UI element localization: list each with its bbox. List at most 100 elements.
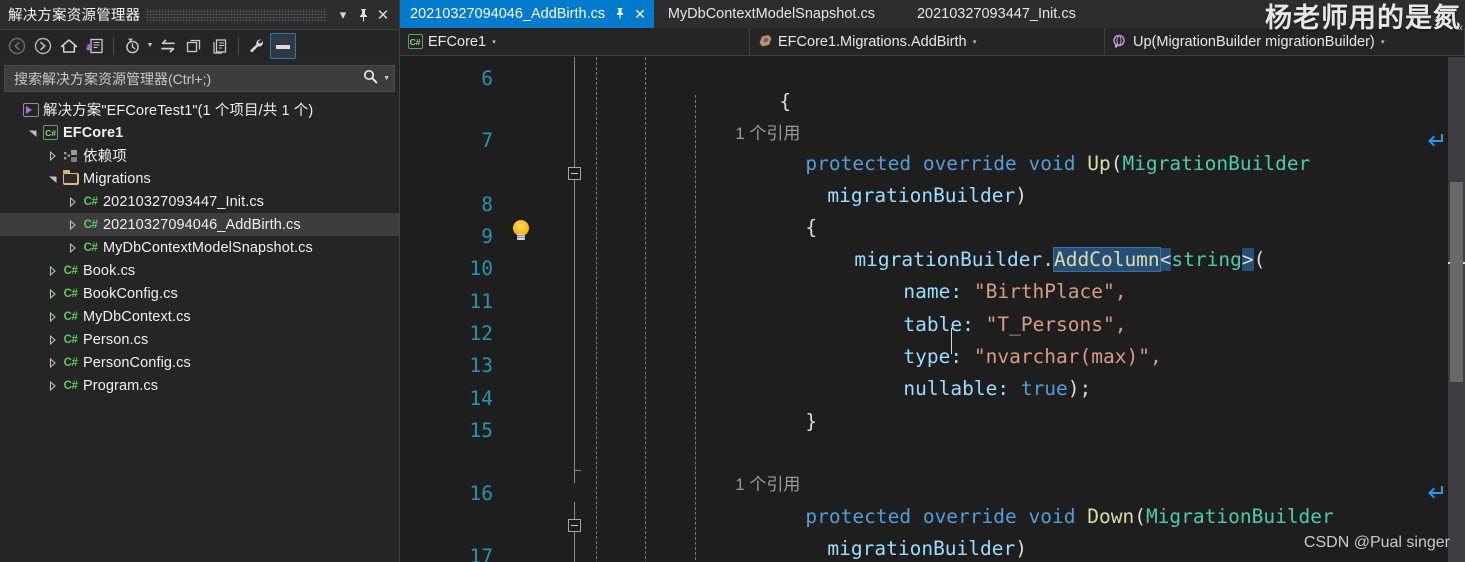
titlebar-drag-dots[interactable] — [146, 8, 327, 21]
expander-open-icon[interactable] — [46, 167, 60, 190]
navbar-project-dropdown[interactable]: C# EFCore1 ▾ — [400, 28, 750, 55]
expander-open-icon[interactable] — [26, 121, 40, 144]
bracket-match-close: > — [1241, 248, 1254, 271]
tab-label: MyDbContextModelSnapshot.cs — [667, 6, 875, 22]
expander-closed-icon[interactable] — [66, 236, 80, 259]
tree-item[interactable]: C# BookConfig.cs — [0, 282, 399, 305]
fold-margin-line — [574, 57, 575, 483]
csharp-file-icon: C# — [63, 379, 78, 392]
tab-close-icon[interactable]: ✕ — [634, 6, 646, 23]
fold-collapse-box-down[interactable] — [568, 519, 581, 532]
named-arg-nullable: nullable: — [903, 377, 1010, 400]
tree-item-label: BookConfig.cs — [83, 285, 178, 302]
tree-item[interactable]: Migrations — [0, 167, 399, 190]
expander-closed-icon[interactable] — [66, 213, 80, 236]
tree-item-label: Person.cs — [83, 331, 149, 348]
tree-item-label: 依赖项 — [83, 149, 127, 165]
pending-changes-filter-icon[interactable] — [119, 33, 145, 59]
preview-selected-items-icon[interactable] — [270, 32, 296, 59]
expander-closed-icon[interactable] — [46, 305, 60, 328]
line-number: 12 — [469, 322, 493, 345]
line-number: 8 — [481, 193, 493, 216]
search-input[interactable] — [12, 69, 362, 88]
code-editor-surface[interactable]: 6 7 8 9 10 11 12 13 14 15 16 17 {1 个引用 … — [400, 57, 1465, 562]
csharp-file-icon: C# — [63, 264, 78, 277]
chevron-down-icon[interactable]: ▾ — [1375, 38, 1391, 46]
navbar-type-label: EFCore1.Migrations.AddBirth — [778, 33, 967, 50]
paren: ( — [1253, 248, 1266, 271]
home-icon[interactable] — [56, 33, 82, 59]
type-migrationbuilder: MigrationBuilder — [1145, 505, 1334, 528]
csharp-file-icon: C# — [63, 287, 78, 300]
tree-item[interactable]: 依赖项 — [0, 144, 399, 167]
fold-collapse-box-up[interactable] — [568, 167, 581, 180]
panel-close-icon[interactable]: ✕ — [373, 4, 393, 26]
expander-closed-icon[interactable] — [46, 144, 60, 167]
pending-changes-dropdown-icon[interactable]: ▼ — [145, 33, 155, 59]
forward-icon[interactable] — [30, 33, 56, 59]
toolbar-separator — [113, 36, 114, 55]
tree-item[interactable]: 解决方案"EFCoreTest1"(1 个项目/共 1 个) — [0, 98, 399, 121]
line-number: 15 — [469, 419, 493, 442]
override-arrow-icon[interactable] — [1426, 132, 1445, 155]
quick-actions-lightbulb-icon[interactable] — [510, 220, 532, 242]
properties-wrench-icon[interactable] — [244, 33, 270, 59]
tab-label: 20210327094046_AddBirth.cs — [410, 6, 606, 22]
tree-item[interactable]: C# EFCore1 — [0, 121, 399, 144]
indent-guide — [645, 57, 646, 562]
solution-explorer-titlebar: 解决方案资源管理器 ▾ ✕ — [0, 0, 399, 30]
expander-closed-icon[interactable] — [46, 374, 60, 397]
show-all-files-icon[interactable] — [207, 33, 233, 59]
expander-closed-icon[interactable] — [46, 282, 60, 305]
tree-item[interactable]: C# MyDbContextModelSnapshot.cs — [0, 236, 399, 259]
tab-label: 20210327093447_Init.cs — [916, 6, 1076, 22]
back-icon[interactable] — [4, 33, 30, 59]
tree-item[interactable]: C# 20210327093447_Init.cs — [0, 190, 399, 213]
solution-explorer-search[interactable]: ▼ — [4, 65, 395, 92]
keyword-void: void — [1028, 505, 1076, 528]
method-name-up: Up — [1087, 152, 1111, 175]
navbar-type-dropdown[interactable]: EFCore1.Migrations.AddBirth ▾ — [750, 28, 1105, 55]
editor-tab-init[interactable]: 20210327093447_Init.cs — [903, 0, 1090, 28]
chevron-down-icon[interactable]: ▾ — [486, 38, 502, 46]
line-number: 10 — [469, 257, 493, 280]
csharp-file-icon: C# — [83, 195, 98, 208]
overflow-chevron-icon[interactable]: « — [1457, 22, 1463, 34]
class-icon — [755, 34, 775, 49]
refresh-sync-icon[interactable] — [155, 33, 181, 59]
search-icon[interactable] — [361, 69, 380, 88]
line-number: 17 — [469, 545, 493, 562]
tree-item[interactable]: C# Program.cs — [0, 374, 399, 397]
override-arrow-icon[interactable] — [1426, 484, 1445, 507]
line-number: 6 — [481, 67, 493, 90]
panel-dropdown-icon[interactable]: ▾ — [333, 4, 353, 26]
expander-closed-icon[interactable] — [66, 190, 80, 213]
expander-closed-icon[interactable] — [46, 328, 60, 351]
bracket-match-open: < — [1159, 248, 1172, 271]
panel-pin-icon[interactable] — [353, 4, 373, 26]
csharp-project-icon: C# — [405, 34, 425, 49]
tree-item-label: EFCore1 — [63, 124, 124, 141]
code-text[interactable]: 6 7 8 9 10 11 12 13 14 15 16 17 {1 个引用 … — [400, 57, 1465, 562]
tree-item[interactable]: C# 20210327094046_AddBirth.cs — [0, 213, 399, 236]
tree-item[interactable]: C# Book.cs — [0, 259, 399, 282]
expander-none — [6, 98, 20, 121]
tree-item-label: Book.cs — [83, 262, 136, 279]
chevron-down-icon[interactable]: ▾ — [967, 38, 983, 46]
solution-tree: 解决方案"EFCoreTest1"(1 个项目/共 1 个) C# EFCore1 依… — [0, 94, 399, 397]
editor-vertical-scrollbar[interactable] — [1448, 57, 1465, 562]
search-options-dropdown-icon[interactable]: ▼ — [380, 75, 390, 82]
line-number: 11 — [469, 290, 493, 313]
editor-tab-snapshot[interactable]: MyDbContextModelSnapshot.cs — [654, 0, 903, 28]
collapse-all-icon[interactable] — [181, 33, 207, 59]
editor-tab-addbirth[interactable]: 20210327094046_AddBirth.cs ✕ — [400, 0, 654, 28]
expander-closed-icon[interactable] — [46, 259, 60, 282]
tree-item[interactable]: C# Person.cs — [0, 328, 399, 351]
tab-pin-icon[interactable] — [615, 7, 625, 22]
expander-closed-icon[interactable] — [46, 351, 60, 374]
scrollbar-thumb[interactable] — [1450, 182, 1463, 382]
sync-with-active-document-icon[interactable] — [82, 33, 108, 59]
tree-item[interactable]: C# MyDbContext.cs — [0, 305, 399, 328]
tree-item[interactable]: C# PersonConfig.cs — [0, 351, 399, 374]
solution-explorer-panel: 解决方案资源管理器 ▾ ✕ ▼ 搜索解决方案资源管理器(Ctrl+;) ▼ 解决… — [0, 0, 400, 562]
